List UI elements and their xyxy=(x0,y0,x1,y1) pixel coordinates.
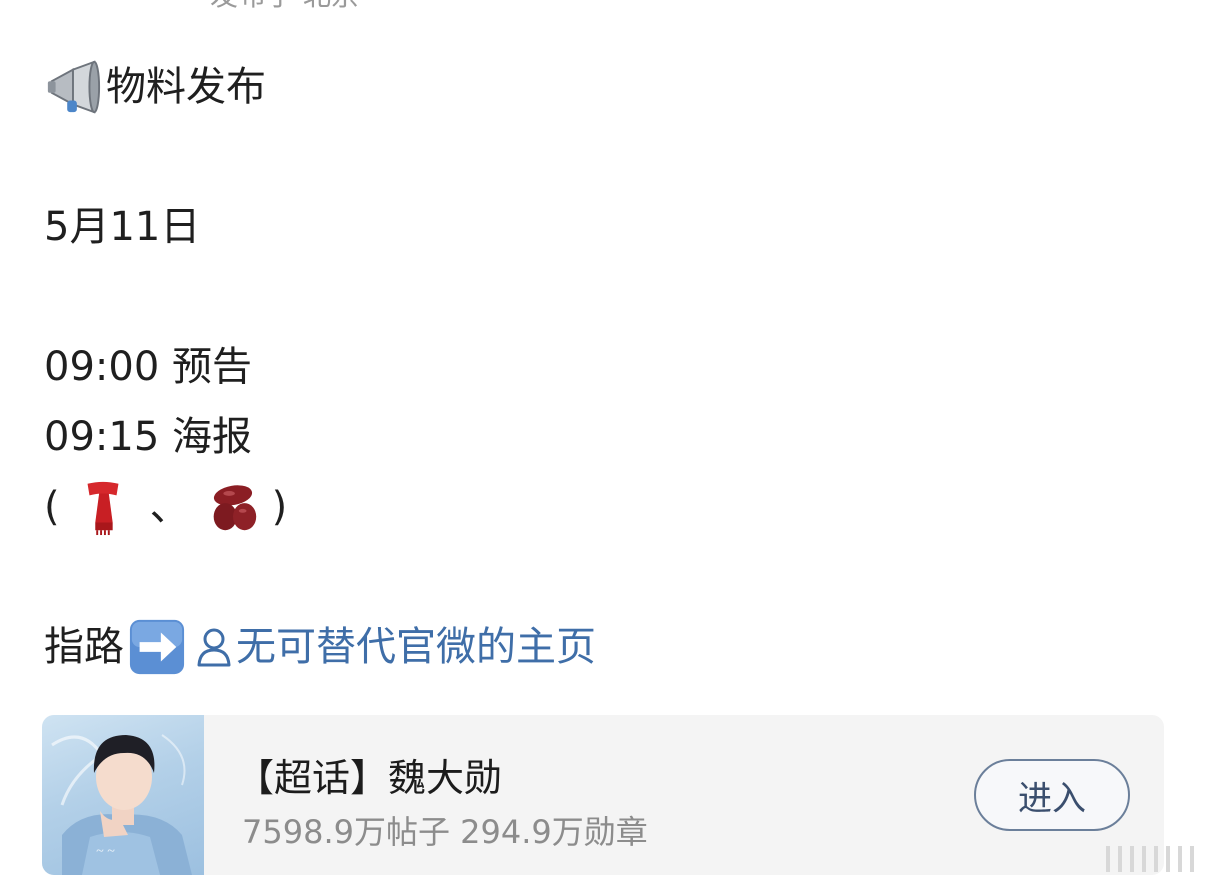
schedule-item: 09:15 海报 xyxy=(44,402,1164,472)
schedule-item: 09:00 预告 xyxy=(44,332,1164,402)
super-topic-stats: 7598.9万帖子 294.9万勋章 xyxy=(242,813,648,851)
enter-button[interactable]: 进入 xyxy=(974,759,1130,831)
schedule-time: 09:15 xyxy=(44,414,160,460)
megaphone-icon xyxy=(47,60,101,114)
user-homepage-link[interactable]: 无可替代官微的主页 xyxy=(190,612,596,682)
schedule-label: 预告 xyxy=(172,344,252,390)
scarf-icon xyxy=(87,481,119,536)
paren-close: ) xyxy=(271,484,288,530)
watermark xyxy=(1106,846,1194,872)
super-topic-title: 【超话】魏大勋 xyxy=(236,756,503,800)
beans-icon xyxy=(213,485,256,531)
super-topic-cover-image: ~ ~ xyxy=(42,715,204,875)
release-date: 5月11日 xyxy=(44,204,201,250)
paren-open: ( xyxy=(44,484,60,530)
date-line: 5月11日 xyxy=(44,192,1164,262)
post-body: 物料发布 5月11日 09:00 预告 09:15 海报 ( 、) 指路 无可… xyxy=(44,52,1164,682)
user-icon xyxy=(197,628,231,667)
guide-line: 指路 无可替代官微的主页 xyxy=(44,612,1164,682)
separator: 、 xyxy=(149,484,190,530)
post-title: 物料发布 xyxy=(106,64,266,110)
emoji-note-line: ( 、 ) xyxy=(44,472,1164,542)
super-topic-card[interactable]: ~ ~ 【超话】魏大勋 7598.9万帖子 294.9万勋章 进入 xyxy=(42,715,1164,875)
svg-text:~ ~: ~ ~ xyxy=(96,844,115,859)
right-arrow-icon xyxy=(129,619,185,675)
schedule-time: 09:00 xyxy=(44,344,160,390)
schedule-label: 海报 xyxy=(172,414,252,460)
guide-label: 指路 xyxy=(44,624,124,670)
title-line: 物料发布 xyxy=(44,52,1164,122)
user-homepage-link-text: 无可替代官微的主页 xyxy=(236,624,596,670)
post-meta-location: 发布于 北京 xyxy=(210,0,359,14)
